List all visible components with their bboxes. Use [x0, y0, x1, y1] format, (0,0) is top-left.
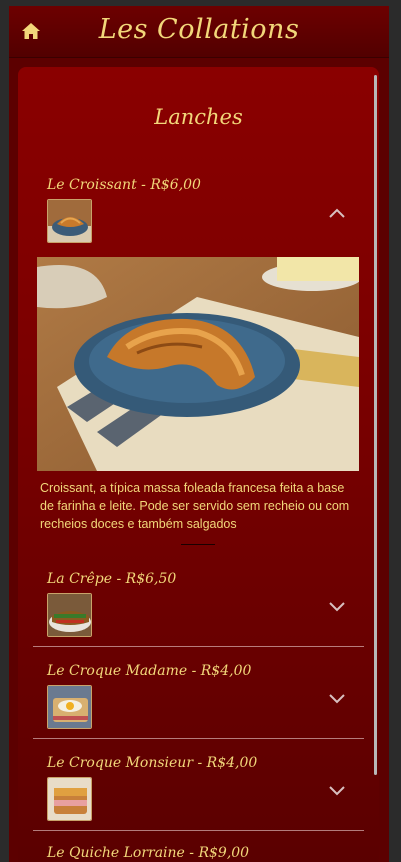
section-title: Lanches [154, 105, 243, 129]
item-croissant-header[interactable]: Le Croissant - R$6,00 [47, 177, 367, 243]
croque-monsieur-thumbnail [47, 777, 92, 821]
menu-panel: Lanches Le Croissant - R$6,00 Croissant,… [18, 67, 379, 862]
chevron-down-icon[interactable] [329, 597, 345, 612]
item-crepe-header[interactable]: La Crêpe - R$6,50 [47, 571, 367, 637]
croissant-thumbnail [47, 199, 92, 243]
item-name: Le Croissant - R$6,00 [47, 177, 201, 193]
chevron-up-icon[interactable] [329, 203, 345, 218]
app-window: Les Collations Lanches Le Croissant - R$… [9, 6, 389, 862]
croissant-photo [37, 257, 359, 471]
item-description: Croissant, a típica massa foleada france… [40, 481, 350, 531]
crepe-thumbnail [47, 593, 92, 637]
chevron-down-icon[interactable] [329, 689, 345, 704]
header: Les Collations [9, 6, 389, 58]
item-divider [33, 830, 364, 831]
scrollbar[interactable] [374, 75, 377, 775]
item-name: Le Quiche Lorraine - R$9,00 [47, 845, 250, 861]
item-name: La Crêpe - R$6,50 [47, 571, 177, 587]
item-croque-monsieur-header[interactable]: Le Croque Monsieur - R$4,00 [47, 755, 367, 821]
app-title: Les Collations [98, 14, 300, 45]
chevron-down-icon[interactable] [329, 781, 345, 796]
item-divider [33, 738, 364, 739]
item-name: Le Croque Madame - R$4,00 [47, 663, 252, 679]
croque-madame-thumbnail [47, 685, 92, 729]
item-croque-madame-header[interactable]: Le Croque Madame - R$4,00 [47, 663, 367, 729]
app-frame: Les Collations Lanches Le Croissant - R$… [0, 0, 401, 862]
item-quiche-header[interactable]: Le Quiche Lorraine - R$9,00 [47, 845, 367, 862]
item-divider [33, 646, 364, 647]
description-divider [181, 544, 215, 545]
item-name: Le Croque Monsieur - R$4,00 [47, 755, 258, 771]
